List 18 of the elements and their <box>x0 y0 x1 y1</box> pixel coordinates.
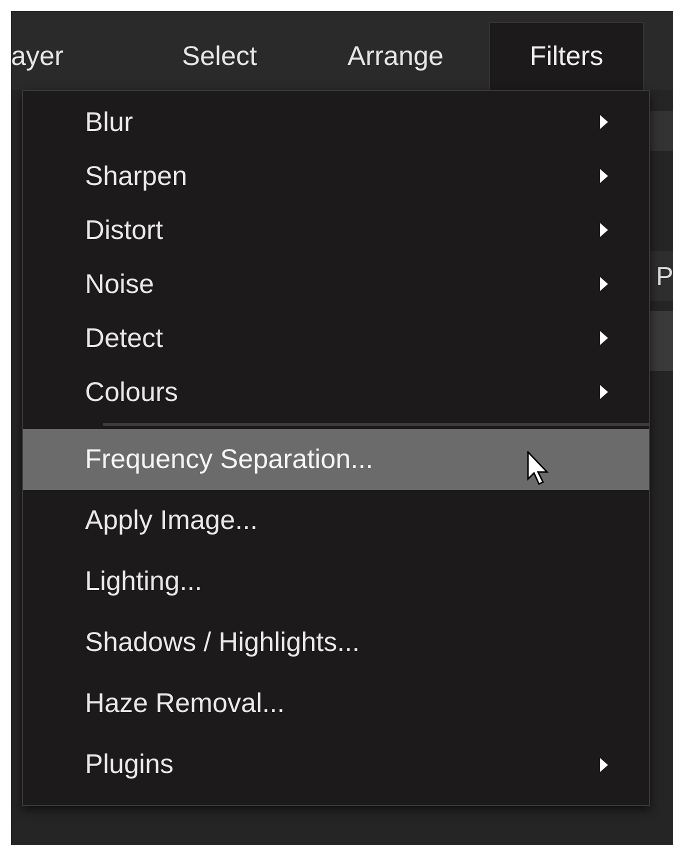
menu-bar-tab[interactable]: Arrange <box>308 22 483 90</box>
mouse-cursor-icon <box>527 451 551 487</box>
menu-item[interactable]: Plugins <box>23 734 649 795</box>
menu-item[interactable]: Frequency Separation... <box>23 429 649 490</box>
menu-item[interactable]: Detect <box>23 311 649 365</box>
panel-label: P <box>656 260 673 292</box>
menu-item[interactable]: Haze Removal... <box>23 673 649 734</box>
menu-bar-tab[interactable]: Select <box>131 22 308 90</box>
menu-bar-tab[interactable]: Filters <box>489 22 644 90</box>
menu-item[interactable]: Apply Image... <box>23 490 649 551</box>
menu-bar-tab[interactable]: ayer <box>11 22 131 90</box>
menu-item[interactable]: Blur <box>23 95 649 149</box>
menu-item[interactable]: Lighting... <box>23 551 649 612</box>
menu-item[interactable]: Noise <box>23 257 649 311</box>
menu-item[interactable]: Colours <box>23 365 649 419</box>
menu-item[interactable]: Distort <box>23 203 649 257</box>
menu-item[interactable]: Shadows / Highlights... <box>23 612 649 673</box>
menu-item[interactable]: Sharpen <box>23 149 649 203</box>
